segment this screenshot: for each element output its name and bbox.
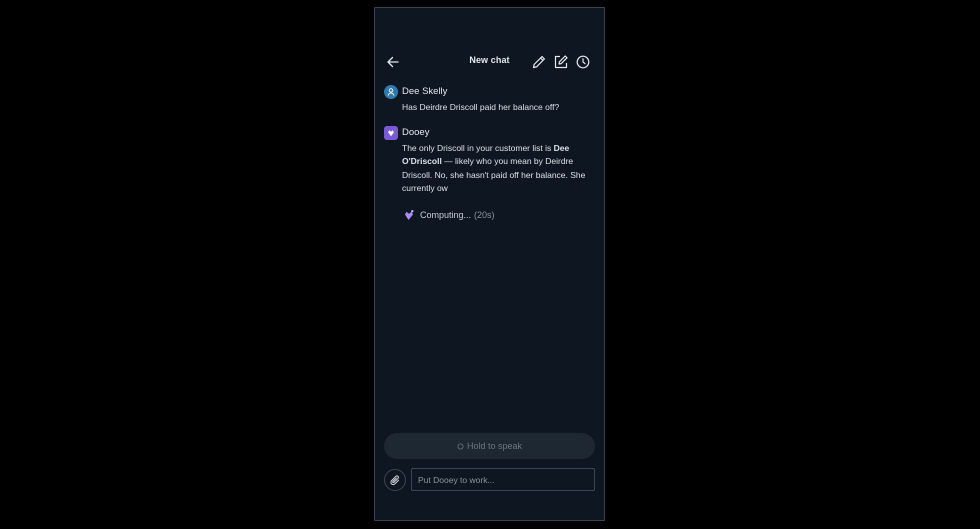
sender-name: Dooey [402,127,430,138]
dooey-logo-icon [386,128,396,138]
hold-to-speak-button[interactable]: Hold to speak [384,433,595,459]
elapsed-time: (20s) [474,210,495,220]
message-text-part: The only Driscoll in your customer list … [402,143,554,153]
message-text: Has Deirdre Driscoll paid her balance of… [402,102,560,112]
edit-button[interactable] [530,53,548,71]
chat-header: New chat [375,52,604,72]
chat-window: New chat Dee Skelly Has Deirdre Driscoll… [374,7,605,521]
sparkle-icon [403,209,415,221]
hold-to-speak-label: Hold to speak [466,441,523,451]
clock-icon [574,53,592,71]
microphone-icon [457,443,464,450]
avatar [384,85,398,99]
avatar [384,126,398,140]
message-text: The only Driscoll in your customer list … [402,142,593,196]
paperclip-icon [389,474,402,487]
pencil-icon [530,53,548,71]
status-label: Computing... [420,210,472,220]
new-chat-button[interactable] [552,53,570,71]
attach-button[interactable] [384,469,406,491]
sender-name: Dee Skelly [402,86,448,97]
compose-icon [552,53,570,71]
assistant-message: Dooey The only Driscoll in your customer… [384,126,595,196]
message-input[interactable] [411,468,595,491]
user-icon [386,87,396,97]
user-message: Dee Skelly Has Deirdre Driscoll paid her… [384,85,595,115]
computing-status: Computing... (20s) [403,209,495,221]
history-button[interactable] [574,53,592,71]
